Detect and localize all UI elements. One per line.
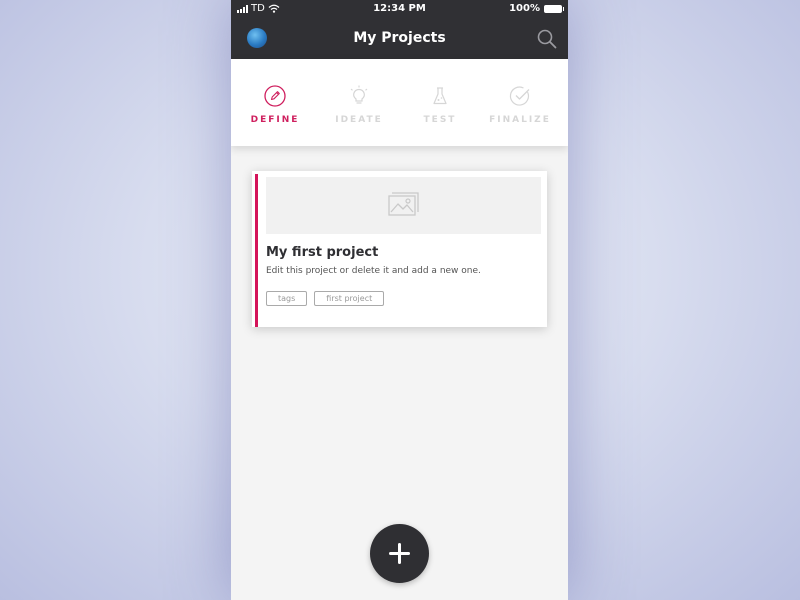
checkmark-icon: [509, 86, 530, 106]
tag-chip[interactable]: tags: [266, 291, 308, 306]
project-card[interactable]: My first project Edit this project or de…: [252, 171, 547, 327]
status-bar: TD 12:34 PM 100%: [231, 0, 568, 19]
step-define-label: DEFINE: [250, 115, 300, 125]
step-finalize-label: FINALIZE: [489, 115, 551, 125]
step-ideate[interactable]: IDEATE: [317, 59, 401, 146]
tag-chip[interactable]: first project: [314, 291, 385, 306]
step-test-label: TEST: [423, 115, 457, 125]
card-accent-bar: [255, 174, 258, 327]
step-define[interactable]: DEFINE: [233, 59, 317, 146]
phase-stepper: DEFINE IDEATE TEST FINALIZE: [231, 59, 568, 146]
project-title: My first project: [266, 245, 379, 260]
project-tags: tags first project: [266, 291, 385, 306]
search-button[interactable]: [536, 28, 558, 50]
step-finalize[interactable]: FINALIZE: [478, 59, 562, 146]
battery-icon: [544, 4, 564, 13]
lightbulb-icon: [350, 85, 368, 104]
battery-percent: 100%: [509, 3, 540, 14]
plus-icon: [389, 543, 410, 564]
page-title: My Projects: [353, 30, 446, 46]
search-icon: [537, 29, 557, 49]
top-app-bar: My Projects: [231, 19, 568, 59]
project-description: Edit this project or delete it and add a…: [266, 266, 481, 276]
flask-icon: [433, 87, 447, 105]
status-right: 100%: [509, 3, 564, 14]
pencil-icon: [264, 85, 286, 107]
step-ideate-label: IDEATE: [335, 115, 383, 125]
step-test[interactable]: TEST: [398, 59, 482, 146]
add-project-button[interactable]: [370, 524, 429, 583]
project-image-placeholder: [266, 177, 541, 234]
phone-screen: TD 12:34 PM 100% My Projects DEFINE IDEA…: [231, 0, 568, 600]
image-placeholder-icon: [388, 192, 419, 216]
